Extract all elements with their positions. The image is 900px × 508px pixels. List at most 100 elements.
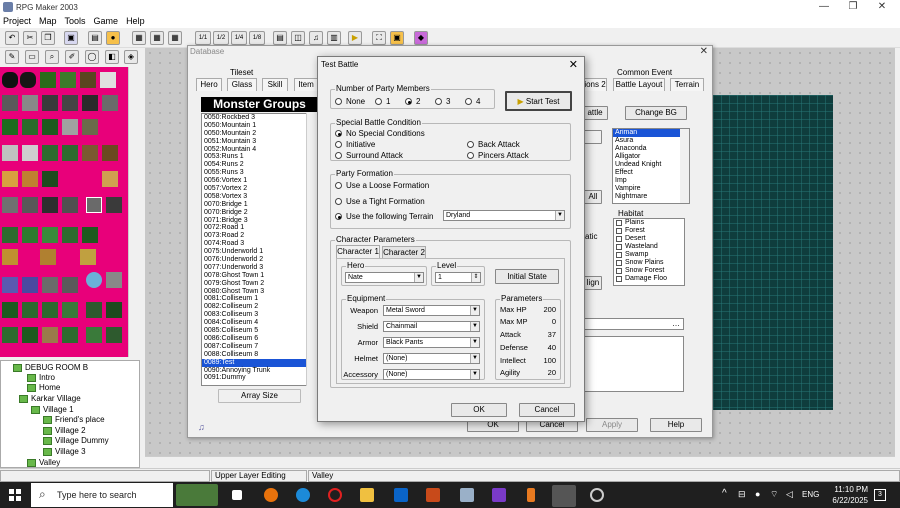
close-button[interactable]: ✕ xyxy=(868,0,896,14)
tree-item[interactable]: Friend's place xyxy=(43,415,105,424)
monster-group-item[interactable]: 0050:Rockbed 3 xyxy=(202,114,317,122)
tile-palette[interactable] xyxy=(0,67,128,357)
enemy-item[interactable]: Alligator xyxy=(613,153,689,161)
monster-group-item[interactable]: 0058:Vortex 3 xyxy=(202,193,317,201)
monster-group-item[interactable]: 0050:Mountain 1 xyxy=(202,122,317,130)
habitat-item[interactable]: Forest xyxy=(614,227,684,235)
monster-group-item[interactable]: 0090:Annoying Trunk xyxy=(202,367,317,375)
enemy-item[interactable]: Vampire xyxy=(613,185,689,193)
enemy-item[interactable]: Undead Knight xyxy=(613,161,689,169)
undo-icon[interactable]: ↶ xyxy=(5,31,19,45)
database-help-button[interactable]: Help xyxy=(650,418,702,432)
powerpoint-icon[interactable] xyxy=(426,488,440,502)
test-battle-cancel-button[interactable]: Cancel xyxy=(519,403,575,417)
monster-group-item[interactable]: 0087:Colliseum 7 xyxy=(202,343,317,351)
party-radio-1[interactable]: 1 xyxy=(375,97,390,106)
menu-tools[interactable]: Tools xyxy=(65,16,86,26)
tree-item[interactable]: Valley xyxy=(27,458,60,467)
start-icon[interactable] xyxy=(9,489,21,501)
formation-radio-tight[interactable]: Use a Tight Formation xyxy=(335,197,425,206)
tree-item[interactable]: Village Dummy xyxy=(43,436,109,445)
monster-group-item[interactable]: 0084:Colliseum 4 xyxy=(202,319,317,327)
monster-group-item[interactable]: 0085:Colliseum 5 xyxy=(202,327,317,335)
battle-button[interactable]: attle xyxy=(582,106,608,120)
habitat-item[interactable]: Swamp xyxy=(614,251,684,259)
monster-group-item[interactable]: 0070:Bridge 1 xyxy=(202,201,317,209)
hero-dropdown[interactable]: Nate ▼ xyxy=(345,272,424,283)
test-battle-close-button[interactable]: ✕ xyxy=(569,58,578,71)
language-indicator[interactable]: ENG xyxy=(802,490,819,499)
music-icon[interactable]: ♫ xyxy=(309,31,323,45)
outlook-icon[interactable] xyxy=(394,488,408,502)
volume-icon[interactable]: ◁ xyxy=(786,489,793,500)
habitat-item[interactable]: Desert xyxy=(614,235,684,243)
special-radio-none[interactable]: No Special Conditions xyxy=(335,129,425,138)
weapon-dropdown[interactable]: Metal Sword ▼ xyxy=(383,305,480,316)
helmet-dropdown[interactable]: (None) ▼ xyxy=(383,353,480,364)
monster-group-item[interactable]: 0080:Ghost Town 3 xyxy=(202,288,317,296)
monster-group-item[interactable]: 0077:Underworld 3 xyxy=(202,264,317,272)
enemy-item[interactable]: Anaconda xyxy=(613,145,689,153)
tree-item[interactable]: DEBUG ROOM B xyxy=(13,363,88,372)
visual-studio-icon[interactable] xyxy=(492,488,506,502)
special-radio-initiative[interactable]: Initiative xyxy=(335,140,375,149)
habitat-item[interactable]: Damage Floo xyxy=(614,275,684,283)
search-box[interactable]: ⌕ Type here to search xyxy=(31,483,173,507)
tab-partial[interactable]: ions 2 xyxy=(583,78,607,91)
party-radio-3[interactable]: 3 xyxy=(435,97,450,106)
circle-icon[interactable]: ◯ xyxy=(85,50,99,64)
monster-group-item[interactable]: 0089:Test xyxy=(202,358,317,367)
monster-group-item[interactable]: 0051:Mountain 3 xyxy=(202,138,317,146)
special-radio-pincers[interactable]: Pincers Attack xyxy=(467,151,529,160)
pen-icon[interactable]: ✐ xyxy=(65,50,79,64)
playtest-icon[interactable]: ▶ xyxy=(348,31,362,45)
monster-group-item[interactable]: 0050:Mountain 2 xyxy=(202,130,317,138)
tab-battle-layout[interactable]: Battle Layout xyxy=(613,78,665,91)
help-icon[interactable]: ◆ xyxy=(414,31,428,45)
monster-groups-list[interactable]: 0050:Rockbed 3 0050:Mountain 1 0050:Mounta… xyxy=(201,113,318,386)
pencil-icon[interactable]: ✎ xyxy=(5,50,19,64)
zoom18-icon[interactable]: 1/8 xyxy=(249,31,265,45)
tree-item[interactable]: Karkar Village xyxy=(19,394,81,403)
tree-item[interactable]: Home xyxy=(27,383,60,392)
enemy-list-scrollbar[interactable] xyxy=(680,129,689,203)
terrain-dropdown[interactable]: Dryland ▼ xyxy=(443,210,565,221)
monster-group-item[interactable]: 0052:Mountain 4 xyxy=(202,146,317,154)
panel-button[interactable] xyxy=(584,130,602,144)
monster-group-item[interactable]: 0082:Colliseum 2 xyxy=(202,303,317,311)
party-radio-4[interactable]: 4 xyxy=(465,97,480,106)
cut-icon[interactable]: ✂ xyxy=(23,31,37,45)
save-icon[interactable]: ▣ xyxy=(64,31,78,45)
formation-radio-terrain[interactable]: Use the following Terrain xyxy=(335,212,433,221)
materials-icon[interactable]: ◫ xyxy=(291,31,305,45)
habitat-item[interactable]: Snow Forest xyxy=(614,267,684,275)
monster-group-item[interactable]: 0053:Runs 1 xyxy=(202,153,317,161)
firefox-icon[interactable] xyxy=(264,488,278,502)
tree-item[interactable]: Intro xyxy=(27,373,55,382)
database-apply-button[interactable]: Apply xyxy=(586,418,638,432)
array-size-button[interactable]: Array Size xyxy=(218,389,301,403)
tab-terrain[interactable]: Terrain xyxy=(670,78,704,91)
task-view-icon[interactable] xyxy=(232,490,242,500)
minimize-button[interactable]: — xyxy=(810,0,838,14)
zoom-icon[interactable]: ⌕ xyxy=(45,50,59,64)
monster-group-item[interactable]: 0054:Runs 2 xyxy=(202,161,317,169)
edge-icon[interactable] xyxy=(296,488,310,502)
clock-app-icon[interactable] xyxy=(590,488,604,502)
tab-glass[interactable]: Glass xyxy=(227,78,257,91)
habitat-item[interactable]: Plains xyxy=(614,219,684,227)
notes-field[interactable] xyxy=(584,336,684,392)
checkbox-icon[interactable] xyxy=(616,244,622,250)
monster-group-item[interactable]: 0076:Underworld 2 xyxy=(202,256,317,264)
tab-character-1[interactable]: Character 1 xyxy=(336,245,380,258)
select-icon[interactable]: ◈ xyxy=(124,50,138,64)
notification-icon[interactable]: 3 xyxy=(874,489,886,501)
monster-group-item[interactable]: 0074:Road 3 xyxy=(202,240,317,248)
rectangle-icon[interactable]: ▭ xyxy=(25,50,39,64)
script-icon[interactable]: ▥ xyxy=(327,31,341,45)
opera-icon[interactable] xyxy=(328,488,342,502)
title-icon[interactable]: ▣ xyxy=(390,31,404,45)
file-explorer-icon[interactable] xyxy=(360,488,374,502)
monster-group-item[interactable]: 0081:Colliseum 1 xyxy=(202,295,317,303)
level-stepper[interactable]: 1 ⇕ xyxy=(435,272,481,283)
